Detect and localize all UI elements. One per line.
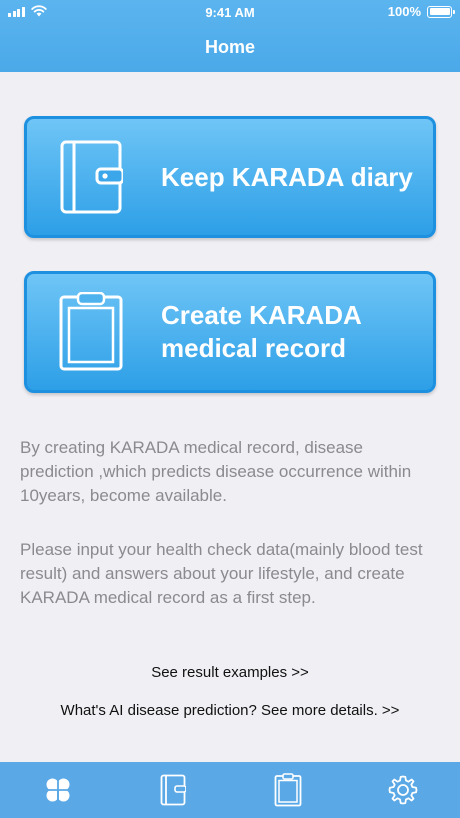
status-right: 100% [387, 4, 455, 19]
ai-prediction-details-link[interactable]: What's AI disease prediction? See more d… [0, 702, 460, 719]
clipboard-icon-wrap [27, 292, 149, 372]
tab-settings[interactable] [373, 762, 433, 818]
create-medical-record-button[interactable]: Create KARADA medical record [24, 271, 436, 393]
keep-diary-label: Keep KARADA diary [161, 161, 413, 192]
page-title: Home [204, 37, 255, 57]
tab-diary[interactable] [143, 762, 203, 818]
create-record-label-line1: Create KARADA [161, 300, 362, 330]
description-paragraph-2: Please input your health check data(main… [20, 540, 423, 607]
see-result-examples-link[interactable]: See result examples >> [0, 664, 460, 681]
gear-icon [388, 775, 417, 805]
create-record-label-line2: medical record [161, 333, 346, 363]
diary-icon [60, 140, 123, 214]
tab-bar [0, 762, 460, 818]
create-record-label: Create KARADA medical record [149, 299, 362, 365]
battery-icon [427, 5, 455, 18]
keep-diary-button[interactable]: Keep KARADA diary [24, 116, 436, 238]
diary-icon [160, 774, 186, 806]
description-paragraph-1: By creating KARADA medical record, disea… [20, 438, 412, 505]
header: 9:41 AM 100% Home [0, 0, 460, 72]
clover-icon [46, 778, 69, 804]
battery-percent: 100% [387, 4, 421, 19]
status-bar: 9:41 AM 100% [0, 0, 460, 24]
diary-icon-wrap [27, 139, 149, 215]
clipboard-icon [274, 773, 301, 807]
clipboard-icon [59, 292, 123, 371]
tab-home[interactable] [28, 762, 88, 818]
tab-medical-record[interactable] [258, 762, 318, 818]
